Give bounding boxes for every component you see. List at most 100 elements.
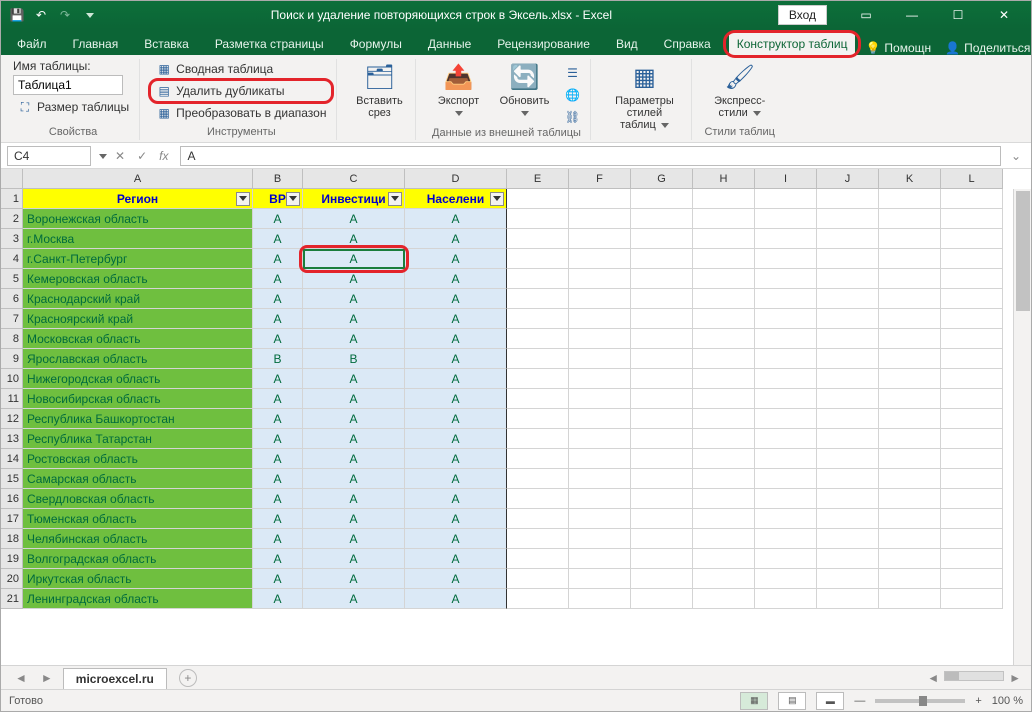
- column-header[interactable]: D: [405, 169, 507, 189]
- sheet-tab[interactable]: microexcel.ru: [63, 668, 167, 689]
- status-ready: Готово: [9, 695, 43, 707]
- qat-dropdown-icon[interactable]: [81, 13, 97, 18]
- tab-view[interactable]: Вид: [608, 33, 646, 55]
- status-bar: Готово ▦ ▤ ▬ — + 100 %: [1, 689, 1031, 711]
- tab-table-design[interactable]: Конструктор таблиц: [729, 33, 856, 55]
- name-box[interactable]: C4: [7, 146, 91, 166]
- unlink-button[interactable]: ⛓: [560, 107, 584, 127]
- zoom-out-button[interactable]: —: [854, 695, 865, 707]
- sheet-nav-prev[interactable]: ◄: [11, 671, 31, 685]
- group-slicer: 🗂 Вставитьсрез: [343, 59, 416, 140]
- zoom-slider[interactable]: [875, 699, 965, 703]
- convert-icon: ▦: [156, 105, 172, 121]
- pivot-icon: ▦: [156, 61, 172, 77]
- export-icon: 📤: [442, 61, 474, 93]
- column-header[interactable]: A: [23, 169, 253, 189]
- view-page-button[interactable]: ▤: [778, 692, 806, 710]
- ribbon-options-icon[interactable]: ▭: [849, 8, 883, 22]
- tell-me-button[interactable]: 💡Помощн: [865, 41, 931, 55]
- column-header[interactable]: F: [569, 169, 631, 189]
- filter-button[interactable]: [490, 192, 504, 206]
- resize-icon: ⛶: [17, 99, 33, 115]
- insert-slicer-button[interactable]: 🗂 Вставитьсрез: [349, 59, 409, 121]
- properties-icon: ☰: [564, 65, 580, 81]
- unlink-icon: ⛓: [564, 109, 580, 125]
- column-header[interactable]: K: [879, 169, 941, 189]
- window-title: Поиск и удаление повторяющихся строк в Э…: [105, 8, 778, 22]
- filter-button[interactable]: [388, 192, 402, 206]
- slicer-icon: 🗂: [363, 61, 395, 93]
- tab-data[interactable]: Данные: [420, 33, 479, 55]
- group-style-options: ▦ Параметрыстилей таблиц: [597, 59, 692, 140]
- tab-home[interactable]: Главная: [65, 33, 127, 55]
- minimize-button[interactable]: —: [895, 8, 929, 22]
- share-button[interactable]: 👤Поделиться: [945, 41, 1030, 55]
- column-header[interactable]: H: [693, 169, 755, 189]
- maximize-button[interactable]: ☐: [941, 8, 975, 22]
- enter-formula-icon[interactable]: ✓: [135, 149, 149, 163]
- group-table-styles: 🖌 Экспресс-стили Стили таблиц: [698, 59, 780, 140]
- add-sheet-button[interactable]: +: [179, 669, 197, 687]
- filter-button[interactable]: [236, 192, 250, 206]
- tab-layout[interactable]: Разметка страницы: [207, 33, 332, 55]
- zoom-in-button[interactable]: +: [975, 695, 981, 707]
- pivot-table-button[interactable]: ▦Сводная таблица: [152, 59, 330, 79]
- remove-duplicates-button[interactable]: ▤Удалить дубликаты: [152, 81, 330, 101]
- formula-input[interactable]: A: [180, 146, 1000, 166]
- group-properties: Имя таблицы: ⛶Размер таблицы Свойства: [7, 59, 140, 140]
- group-tools: ▦Сводная таблица ▤Удалить дубликаты ▦Пре…: [146, 59, 337, 140]
- resize-table-button[interactable]: ⛶Размер таблицы: [13, 97, 133, 117]
- open-browser-button[interactable]: 🌐: [560, 85, 584, 105]
- table-style-options-button[interactable]: ▦ Параметрыстилей таблиц: [603, 59, 685, 133]
- app-window: 💾 ↶ ↷ Поиск и удаление повторяющихся стр…: [0, 0, 1032, 712]
- column-header[interactable]: J: [817, 169, 879, 189]
- column-header[interactable]: C: [303, 169, 405, 189]
- close-button[interactable]: ✕: [987, 8, 1021, 22]
- quick-styles-icon: 🖌: [724, 61, 756, 93]
- view-normal-button[interactable]: ▦: [740, 692, 768, 710]
- column-header[interactable]: B: [253, 169, 303, 189]
- table-name-label: Имя таблицы:: [13, 59, 133, 73]
- title-bar: 💾 ↶ ↷ Поиск и удаление повторяющихся стр…: [1, 1, 1031, 29]
- redo-icon[interactable]: ↷: [57, 8, 73, 22]
- cancel-formula-icon[interactable]: ✕: [113, 149, 127, 163]
- convert-to-range-button[interactable]: ▦Преобразовать в диапазон: [152, 103, 330, 123]
- tab-insert[interactable]: Вставка: [136, 33, 197, 55]
- tab-formulas[interactable]: Формулы: [342, 33, 410, 55]
- spreadsheet-grid[interactable]: ABCDEFGHIJKL1РегионВРИнвестициНаселени2В…: [1, 169, 1031, 665]
- save-icon[interactable]: 💾: [9, 8, 25, 22]
- login-button[interactable]: Вход: [778, 5, 827, 25]
- browser-icon: 🌐: [564, 87, 580, 103]
- share-icon: 👤: [945, 41, 960, 55]
- table-name-input[interactable]: [13, 75, 123, 95]
- duplicates-icon: ▤: [156, 83, 172, 99]
- column-header[interactable]: L: [941, 169, 1003, 189]
- lightbulb-icon: 💡: [865, 41, 880, 55]
- window-buttons: ▭ — ☐ ✕: [839, 8, 1031, 22]
- tab-file[interactable]: Файл: [9, 33, 55, 55]
- quick-access-toolbar: 💾 ↶ ↷: [1, 8, 105, 22]
- tab-help[interactable]: Справка: [656, 33, 719, 55]
- ribbon: Имя таблицы: ⛶Размер таблицы Свойства ▦С…: [1, 55, 1031, 143]
- sheet-nav-next[interactable]: ►: [37, 671, 57, 685]
- group-external: 📤 Экспорт 🔄 Обновить ☰ 🌐 ⛓ Данные из вне…: [422, 59, 591, 140]
- vertical-scrollbar[interactable]: [1013, 189, 1031, 665]
- undo-icon[interactable]: ↶: [33, 8, 49, 22]
- export-button[interactable]: 📤 Экспорт: [428, 59, 488, 121]
- column-header[interactable]: I: [755, 169, 817, 189]
- column-header[interactable]: E: [507, 169, 569, 189]
- expand-formula-icon[interactable]: ⌄: [1007, 149, 1025, 163]
- fx-icon[interactable]: fx: [157, 149, 170, 163]
- ribbon-tabs: Файл Главная Вставка Разметка страницы Ф…: [1, 29, 1031, 55]
- formula-bar: C4 ✕ ✓ fx A ⌄: [1, 143, 1031, 169]
- filter-button[interactable]: [286, 192, 300, 206]
- column-header[interactable]: G: [631, 169, 693, 189]
- tab-review[interactable]: Рецензирование: [489, 33, 598, 55]
- sheet-tabs-bar: ◄ ► microexcel.ru + ◄ ►: [1, 665, 1031, 689]
- refresh-button[interactable]: 🔄 Обновить: [494, 59, 554, 121]
- properties-button[interactable]: ☰: [560, 63, 584, 83]
- zoom-level: 100 %: [992, 695, 1023, 707]
- quick-styles-button[interactable]: 🖌 Экспресс-стили: [710, 59, 770, 121]
- horizontal-scrollbar[interactable]: [944, 671, 1004, 681]
- view-break-button[interactable]: ▬: [816, 692, 844, 710]
